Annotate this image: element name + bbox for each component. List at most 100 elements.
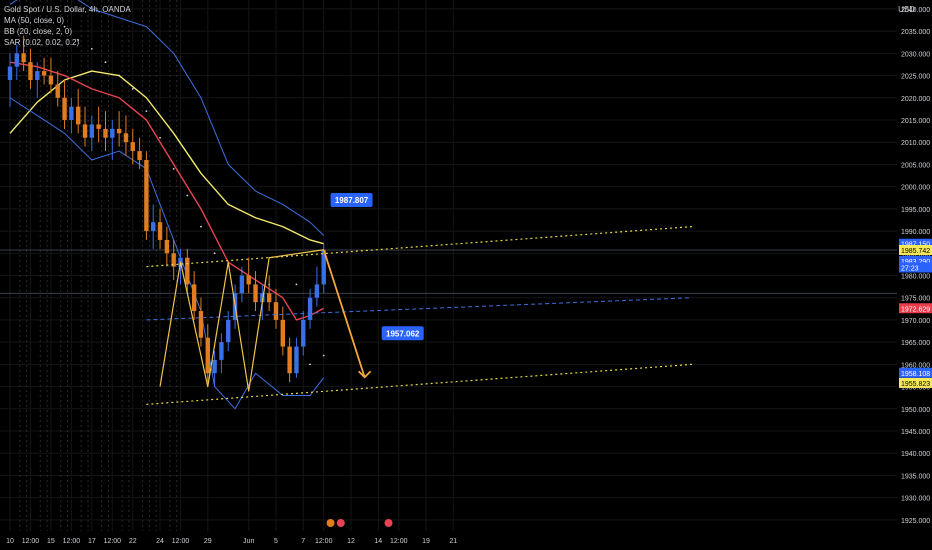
candle-body: [205, 337, 210, 374]
candle-body: [48, 75, 54, 85]
price-tick-label: 1975.000: [901, 296, 930, 303]
price-tick-label: 1950.000: [901, 407, 930, 414]
time-tick-label: 17: [88, 538, 96, 545]
sar-dot: [309, 363, 311, 366]
candle-body: [28, 62, 33, 80]
candle-body: [226, 319, 231, 343]
price-tick-label: 1970.000: [901, 318, 930, 325]
candle-body: [212, 359, 217, 374]
candle-body: [7, 66, 13, 80]
candle-body: [21, 53, 26, 63]
candle-body: [151, 222, 156, 232]
candle-body: [14, 53, 20, 67]
price-label-text: 1972.629: [901, 306, 930, 313]
event-icon: [384, 519, 393, 527]
candle-body: [294, 346, 299, 374]
time-tick-label: 29: [204, 538, 212, 545]
candle-body: [314, 284, 320, 298]
price-tick-label: 1965.000: [901, 340, 930, 347]
candle-body: [307, 297, 313, 320]
time-tick-label: 21: [449, 538, 457, 545]
sar-dot: [131, 87, 134, 90]
price-tick-label: 2010.000: [901, 140, 930, 147]
legend-ma[interactable]: MA (50, close, 0): [4, 15, 131, 26]
candle-body: [280, 319, 285, 347]
time-tick-label: 12:00: [315, 538, 333, 545]
time-tick-label: 12:00: [172, 538, 190, 545]
candle-body: [76, 106, 81, 125]
price-tick-label: 1925.000: [901, 518, 930, 525]
sar-dot: [213, 252, 216, 255]
time-tick-label: 12:00: [22, 538, 40, 545]
price-tick-label: 2000.000: [901, 185, 930, 192]
candle-body: [198, 311, 204, 338]
time-tick-label: 7: [301, 538, 305, 545]
legend-symbol[interactable]: Gold Spot / U.S. Dollar, 4h, OANDA: [4, 4, 131, 15]
price-tick-label: 2035.000: [901, 29, 930, 36]
callout-label: 1987.807: [335, 196, 369, 205]
price-tick-label: 1935.000: [901, 473, 930, 480]
sar-dot: [172, 167, 175, 170]
callout-label: 1957.062: [386, 329, 420, 338]
candle-body: [266, 293, 272, 303]
price-tick-label: 2020.000: [901, 96, 930, 103]
time-tick-label: 14: [374, 538, 382, 545]
sar-dot: [186, 194, 189, 197]
sar-dot: [200, 225, 202, 228]
candle-body: [41, 71, 47, 76]
candle-body: [123, 133, 129, 143]
event-icon: [326, 519, 335, 527]
candle-body: [69, 106, 74, 120]
sar-dot: [118, 74, 121, 77]
event-icon: [336, 519, 345, 527]
price-tick-label: 1990.000: [901, 229, 930, 236]
candle-body: [253, 284, 258, 303]
sar-dot: [104, 61, 107, 64]
price-tick-label: 2005.000: [901, 162, 930, 169]
sar-dot: [90, 47, 93, 50]
price-tick-label: 2025.000: [901, 74, 930, 81]
candle-body: [137, 151, 142, 160]
legend-bb[interactable]: BB (20, close, 2, 0): [4, 26, 131, 37]
price-tick-label: 2030.000: [901, 51, 930, 58]
candle-body: [130, 142, 135, 152]
candle-body: [144, 159, 149, 232]
price-label-text: 27:23: [901, 265, 919, 272]
time-tick-label: Jun: [243, 538, 254, 545]
candle-body: [89, 124, 95, 138]
sar-dot: [159, 136, 161, 139]
price-chart[interactable]: 1987.807 1957.062 1925.000 1930.000 1935.000…: [0, 0, 932, 550]
candle-body: [219, 342, 224, 360]
time-tick-label: 12:00: [63, 538, 81, 545]
price-tick-label: 1945.000: [901, 429, 930, 436]
time-tick-label: 22: [129, 538, 137, 545]
candle-body: [110, 128, 115, 138]
candle-body: [273, 302, 279, 320]
currency-label: USD: [898, 5, 915, 14]
candle-body: [157, 222, 163, 240]
legend-sar[interactable]: SAR (0.02, 0.02, 0.2): [4, 37, 131, 48]
candle-body: [82, 124, 88, 138]
time-tick-label: 12:00: [104, 538, 122, 545]
candle-body: [185, 257, 190, 285]
candle-body: [35, 71, 40, 80]
time-tick-label: 12:00: [390, 538, 408, 545]
price-label-text: 1958.108: [901, 371, 930, 378]
sar-dot: [322, 354, 325, 357]
candle-body: [62, 97, 67, 120]
time-tick-label: 12: [347, 538, 355, 545]
time-tick-label: 19: [422, 538, 430, 545]
candle-body: [301, 319, 306, 347]
candle-body: [246, 275, 251, 285]
candle-body: [103, 128, 108, 138]
time-tick-label: 15: [47, 538, 55, 545]
price-label-text: 1985.742: [901, 248, 930, 255]
candle-body: [116, 128, 122, 134]
sar-dot: [145, 110, 148, 112]
price-tick-label: 1940.000: [901, 451, 930, 458]
price-tick-label: 2015.000: [901, 118, 930, 125]
candle-body: [191, 284, 197, 312]
time-tick-label: 24: [156, 538, 164, 545]
candle-body: [96, 124, 101, 129]
price-tick-label: 1995.000: [901, 207, 930, 214]
